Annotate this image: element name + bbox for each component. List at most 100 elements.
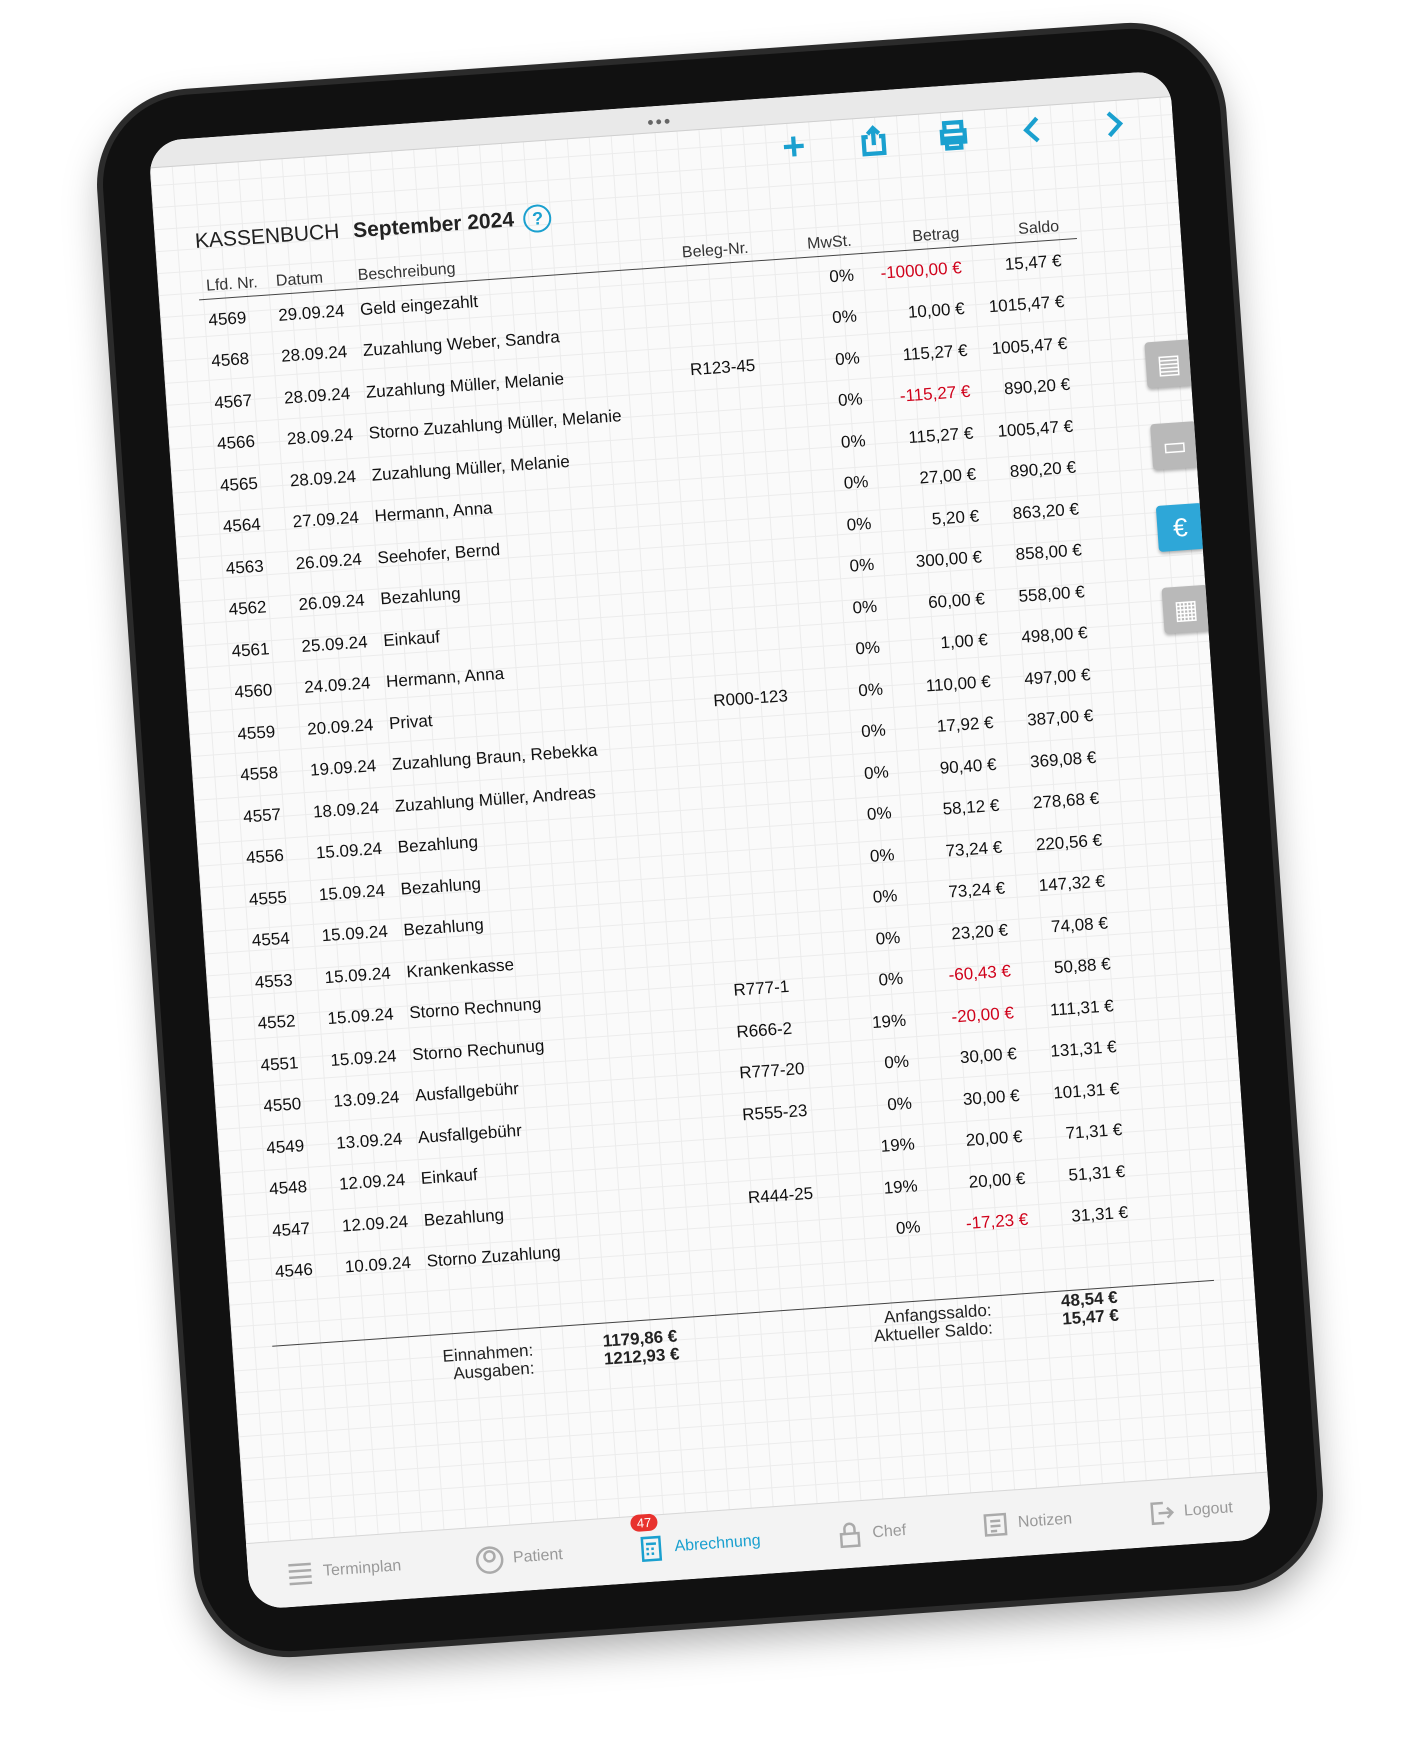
tab-notizen[interactable]: Notizen bbox=[979, 1504, 1073, 1540]
add-button[interactable] bbox=[772, 125, 815, 168]
aktueller-saldo-value: 15,47 € bbox=[1061, 1305, 1120, 1329]
app-screen: ••• KASSENBUCH September 2024 ? Lfd. Nr.… bbox=[147, 70, 1273, 1610]
row-betrag: 73,24 € bbox=[947, 878, 1006, 902]
help-icon[interactable]: ? bbox=[522, 203, 553, 234]
row-date: 18.09.24 bbox=[312, 797, 380, 822]
folder-icon: ▭ bbox=[1161, 429, 1188, 461]
tab-patient[interactable]: Patient bbox=[474, 1540, 564, 1576]
row-mwst: 19% bbox=[880, 1134, 916, 1157]
row-betrag: -1000,00 € bbox=[879, 257, 963, 283]
row-beleg bbox=[745, 1149, 860, 1157]
row-saldo: 890,20 € bbox=[1009, 457, 1077, 482]
row-beleg bbox=[725, 859, 840, 867]
row-mwst: 0% bbox=[840, 430, 867, 452]
row-beleg bbox=[716, 735, 831, 743]
row-date: 12.09.24 bbox=[341, 1211, 409, 1236]
row-betrag: 58,12 € bbox=[942, 796, 1000, 819]
row-nr: 4563 bbox=[225, 556, 265, 578]
bottom-tab-bar: Terminplan Patient 47 Abrechnung Chef No… bbox=[245, 1471, 1273, 1610]
row-betrag: 20,00 € bbox=[965, 1127, 1024, 1151]
row-nr: 4547 bbox=[271, 1218, 311, 1241]
row-nr: 4552 bbox=[257, 1011, 297, 1034]
tab-label: Abrechnung bbox=[673, 1532, 762, 1556]
row-betrag: -20,00 € bbox=[950, 1003, 1015, 1027]
row-saldo: 220,56 € bbox=[1035, 830, 1103, 855]
side-tab-folder[interactable]: ▭ bbox=[1150, 421, 1200, 471]
row-mwst: 0% bbox=[834, 348, 861, 369]
share-button[interactable] bbox=[852, 120, 895, 163]
row-date: 28.09.24 bbox=[280, 342, 348, 366]
row-beleg bbox=[728, 900, 843, 908]
row-date: 26.09.24 bbox=[295, 549, 363, 573]
row-mwst: 19% bbox=[871, 1010, 907, 1032]
row-saldo: 1005,47 € bbox=[996, 416, 1074, 441]
row-nr: 4554 bbox=[251, 928, 291, 951]
row-nr: 4561 bbox=[230, 639, 271, 661]
row-beleg bbox=[693, 403, 808, 411]
tab-logout[interactable]: Logout bbox=[1145, 1493, 1234, 1529]
row-beleg: R444-25 bbox=[747, 1183, 814, 1207]
row-beleg bbox=[696, 445, 811, 453]
previous-month-button[interactable] bbox=[1012, 108, 1055, 151]
side-tabs: ▤ ▭ € ▦ bbox=[1144, 339, 1211, 634]
row-nr: 4548 bbox=[268, 1177, 308, 1199]
lock-icon bbox=[839, 1522, 861, 1549]
row-betrag: 10,00 € bbox=[907, 299, 966, 323]
row-mwst: 0% bbox=[869, 844, 896, 866]
row-mwst: 19% bbox=[883, 1176, 919, 1198]
row-betrag: 300,00 € bbox=[915, 547, 983, 572]
row-mwst: 0% bbox=[828, 265, 855, 287]
row-saldo: 74,08 € bbox=[1050, 913, 1109, 937]
row-saldo: 1015,47 € bbox=[988, 292, 1065, 317]
row-saldo: 858,00 € bbox=[1014, 540, 1083, 565]
row-betrag: 90,40 € bbox=[939, 754, 998, 778]
row-date: 15.09.24 bbox=[323, 963, 392, 987]
row-nr: 4560 bbox=[233, 680, 273, 703]
row-beleg bbox=[702, 528, 817, 536]
row-nr: 4557 bbox=[242, 804, 282, 827]
row-nr: 4549 bbox=[265, 1135, 305, 1158]
tab-chef[interactable]: Chef bbox=[834, 1516, 908, 1551]
row-nr: 4550 bbox=[262, 1094, 302, 1117]
side-tab-euro[interactable]: € bbox=[1155, 502, 1205, 552]
row-date: 10.09.24 bbox=[344, 1253, 412, 1277]
summary-panel: Einnahmen: Ausgaben: 1179,86 € 1212,93 €… bbox=[273, 1286, 1219, 1412]
row-betrag: 110,00 € bbox=[925, 671, 992, 696]
print-button[interactable] bbox=[932, 114, 975, 157]
row-saldo: 278,68 € bbox=[1032, 789, 1100, 813]
summary-values-left: 1179,86 € 1212,93 € bbox=[602, 1327, 680, 1369]
multitask-dots-icon[interactable]: ••• bbox=[647, 111, 673, 134]
row-nr: 4567 bbox=[213, 390, 253, 413]
side-tab-notes[interactable]: ▤ bbox=[1144, 339, 1194, 389]
tab-abrechnung[interactable]: 47 Abrechnung bbox=[630, 1513, 762, 1565]
logout-icon bbox=[1150, 1501, 1174, 1526]
row-saldo: 31,31 € bbox=[1070, 1203, 1129, 1226]
row-saldo: 558,00 € bbox=[1017, 582, 1086, 606]
row-mwst: 0% bbox=[886, 1093, 913, 1115]
tab-label: Terminplan bbox=[322, 1557, 402, 1580]
row-date: 15.09.24 bbox=[318, 880, 386, 905]
row-nr: 4553 bbox=[254, 970, 294, 992]
row-date: 29.09.24 bbox=[277, 300, 346, 325]
row-betrag: 60,00 € bbox=[927, 589, 986, 612]
next-month-button[interactable] bbox=[1092, 103, 1135, 146]
row-mwst: 0% bbox=[837, 389, 864, 411]
row-mwst: 0% bbox=[883, 1051, 910, 1073]
tab-terminplan[interactable]: Terminplan bbox=[284, 1551, 402, 1589]
row-nr: 4569 bbox=[207, 307, 247, 330]
printer-icon bbox=[939, 119, 968, 151]
row-beleg: R000-123 bbox=[712, 685, 789, 711]
row-date: 20.09.24 bbox=[306, 714, 374, 739]
note-icon: ▤ bbox=[1155, 347, 1183, 380]
row-betrag: 115,27 € bbox=[907, 423, 974, 447]
row-beleg bbox=[684, 279, 799, 287]
row-date: 27.09.24 bbox=[292, 507, 360, 532]
row-date: 13.09.24 bbox=[332, 1087, 401, 1112]
row-betrag: 30,00 € bbox=[959, 1044, 1018, 1068]
row-mwst: 0% bbox=[831, 306, 858, 328]
list-icon bbox=[288, 1562, 313, 1586]
row-beleg bbox=[687, 321, 802, 329]
row-betrag: 20,00 € bbox=[968, 1168, 1027, 1192]
row-mwst: 0% bbox=[875, 927, 901, 949]
side-tab-form[interactable]: ▦ bbox=[1161, 584, 1211, 634]
